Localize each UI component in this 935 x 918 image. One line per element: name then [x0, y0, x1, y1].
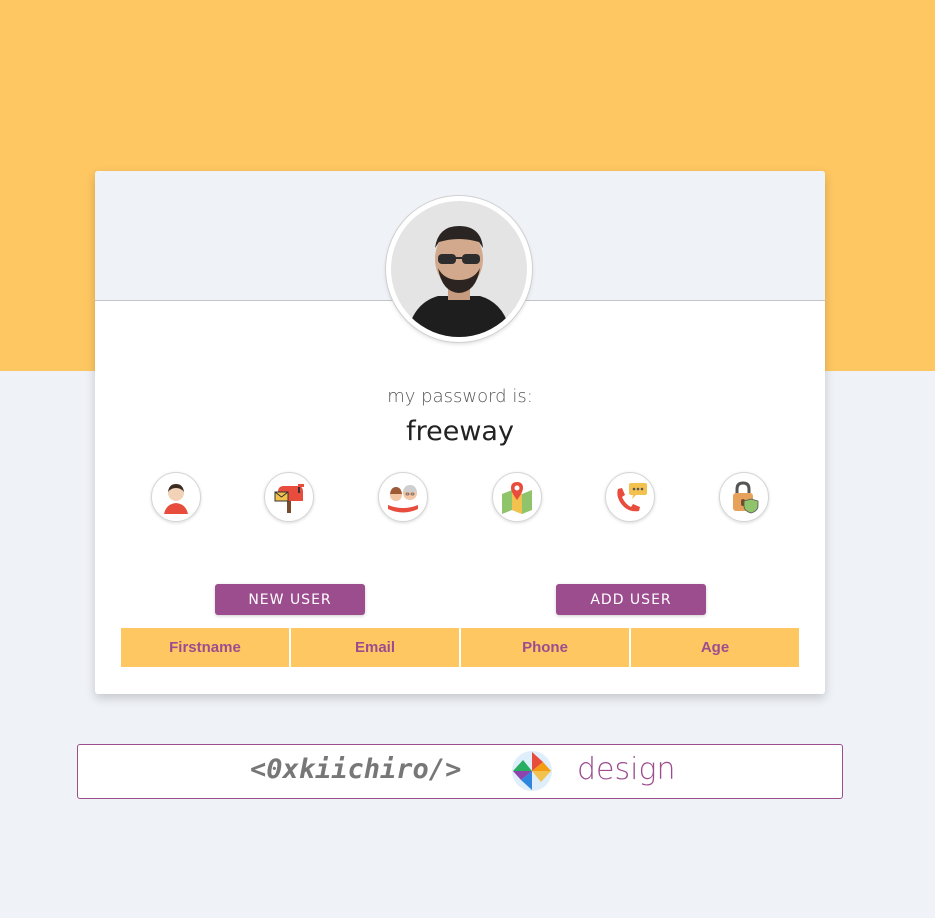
password-lock-icon-button[interactable] — [719, 472, 769, 522]
footer-code-text: <0xkiichiro/> — [250, 754, 462, 785]
map-location-icon — [502, 482, 532, 514]
column-header-age[interactable]: Age — [631, 628, 799, 667]
map-location-icon-button[interactable] — [492, 472, 542, 522]
mailbox-icon-button[interactable] — [264, 472, 314, 522]
avatar — [386, 196, 532, 342]
new-user-button[interactable]: NEW USER — [215, 584, 365, 615]
footer-design-text: design — [577, 752, 676, 787]
user-icon — [164, 484, 188, 514]
age-icon-button[interactable] — [378, 472, 428, 522]
age-icon — [388, 485, 418, 513]
column-header-email[interactable]: Email — [291, 628, 461, 667]
mailbox-icon — [274, 484, 304, 513]
column-header-firstname[interactable]: Firstname — [121, 628, 291, 667]
footer-credit: <0xkiichiro/> design — [77, 744, 843, 799]
user-icon-button[interactable] — [151, 472, 201, 522]
profile-card: my password is: freeway NEW USER ADD USE… — [95, 171, 825, 694]
password-lock-icon — [733, 481, 759, 514]
phone-icon-button[interactable] — [605, 472, 655, 522]
password-value: freeway — [406, 416, 514, 447]
info-icon-row — [95, 472, 825, 524]
add-user-button[interactable]: ADD USER — [556, 584, 706, 615]
column-header-phone[interactable]: Phone — [461, 628, 631, 667]
pinwheel-logo-icon — [511, 750, 553, 797]
users-table-header: Firstname Email Phone Age — [121, 628, 799, 667]
password-label: my password is: — [387, 386, 533, 407]
phone-icon — [617, 483, 647, 512]
